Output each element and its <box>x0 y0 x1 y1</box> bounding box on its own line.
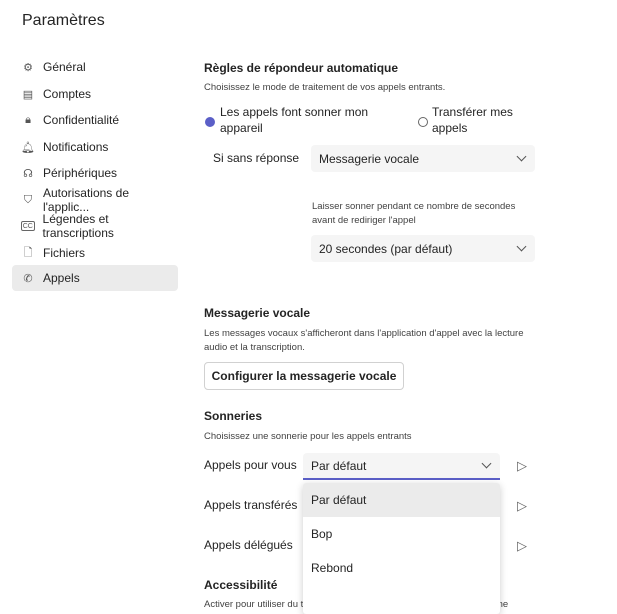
headset-icon: ☊ <box>23 167 33 180</box>
radio-empty-icon <box>418 117 428 127</box>
ringtone-option[interactable]: Rebond <box>303 551 500 585</box>
ringtones-heading: Sonneries <box>204 409 263 423</box>
sidebar-item-files[interactable]: 🗋 Fichiers <box>12 240 178 266</box>
chevron-down-icon <box>516 151 527 162</box>
sidebar-item-label: Fichiers <box>43 246 86 260</box>
accessibility-heading: Accessibilité <box>204 578 278 592</box>
sidebar-item-captions[interactable]: CC Légendes et transcriptions <box>12 212 178 240</box>
ringtone-option[interactable]: Par défaut <box>303 483 500 517</box>
sidebar-item-label: Général <box>43 60 86 74</box>
desc-line: Laisser sonner pendant ce nombre de seco… <box>312 201 516 212</box>
select-value: Par défaut <box>311 458 367 473</box>
sidebar-item-label: Légendes et transcriptions <box>42 212 114 240</box>
desc-line: avant de rediriger l'appel <box>312 215 416 226</box>
ring-duration-desc: Laisser sonner pendant ce nombre de seco… <box>312 200 515 228</box>
gear-icon: ⚙ <box>23 61 33 74</box>
sidebar-item-general[interactable]: ⚙ Général <box>12 54 178 80</box>
page-title: Paramètres <box>22 12 105 29</box>
play-icon[interactable]: ▷ <box>517 498 527 514</box>
radio-selected-icon <box>205 117 215 127</box>
sidebar-item-label: Périphériques <box>43 166 118 180</box>
sidebar-item-label: Notifications <box>43 140 109 154</box>
chevron-down-icon <box>481 458 492 469</box>
ringtones-desc: Choisissez une sonnerie pour les appels … <box>204 431 412 442</box>
sidebar-item-privacy[interactable]: 🔒︎ Confidentialité <box>12 107 178 133</box>
sidebar-item-notifications[interactable]: 🔔︎ Notifications <box>12 134 178 160</box>
radio-label-line: appareil <box>220 121 263 135</box>
sidebar-item-label: Appels <box>43 271 80 285</box>
sidebar-item-calls[interactable]: ✆ Appels <box>12 265 178 291</box>
radio-label-line: appels <box>432 121 468 135</box>
ringtone-label-forwarded: Appels transférés <box>204 498 298 512</box>
ringtone-option[interactable]: Bop <box>303 517 500 551</box>
desc-line: audio et la transcription. <box>204 342 305 353</box>
radio-ring-device[interactable] <box>205 114 215 132</box>
sidebar-item-devices[interactable]: ☊ Périphériques <box>12 160 178 186</box>
chevron-down-icon <box>516 241 527 252</box>
sidebar-item-accounts[interactable]: ▤ Comptes <box>12 81 178 107</box>
ringtone-label-delegated: Appels délégués <box>204 538 293 552</box>
ringtone-select-you[interactable]: Par défaut <box>303 453 500 480</box>
ring-duration-select[interactable]: 20 secondes (par défaut) <box>311 235 535 262</box>
shield-icon: ⛉ <box>23 193 33 206</box>
sidebar-item-label: Confidentialité <box>43 113 120 127</box>
radio-forward[interactable] <box>418 114 428 132</box>
voicemail-desc: Les messages vocaux s'afficheront dans l… <box>204 327 523 355</box>
desc-line: Les messages vocaux s'afficheront dans l… <box>204 328 524 339</box>
play-icon[interactable]: ▷ <box>517 538 527 554</box>
phone-icon: ✆ <box>23 272 33 285</box>
select-value: Messagerie vocale <box>319 151 420 166</box>
radio-label-line: Les appels font sonner mon <box>220 105 369 119</box>
ringtone-dropdown-menu: Par défaut Bop Rebond <box>303 483 500 614</box>
ringtone-label-you: Appels pour vous <box>204 458 297 472</box>
lock-icon: 🔒︎ <box>25 113 31 126</box>
configure-voicemail-button[interactable]: Configurer la messagerie vocale <box>204 362 404 390</box>
no-answer-select[interactable]: Messagerie vocale <box>311 145 535 172</box>
bell-icon: 🔔︎ <box>21 141 35 154</box>
voicemail-heading: Messagerie vocale <box>204 306 311 320</box>
answer-rules-heading: Règles de répondeur automatique <box>204 61 399 75</box>
sidebar-item-label: Autorisations de l'applic... <box>42 186 129 214</box>
cc-icon: CC <box>21 221 35 231</box>
file-icon: 🗋 <box>23 246 33 259</box>
radio-label-line: Transférer mes <box>432 105 513 119</box>
play-icon[interactable]: ▷ <box>517 458 527 474</box>
sidebar-item-label: Comptes <box>43 87 92 101</box>
radio-ring-device-label[interactable]: Les appels font sonner mon appareil <box>220 104 368 136</box>
answer-rules-desc: Choisissez le mode de traitement de vos … <box>204 82 446 93</box>
radio-forward-label[interactable]: Transférer mes appels <box>432 104 513 136</box>
no-answer-label: Si sans réponse <box>213 151 300 165</box>
sidebar-item-app-permissions[interactable]: ⛉ Autorisations de l'applic... <box>12 186 178 214</box>
id-card-icon: ▤ <box>22 88 34 101</box>
select-value: 20 secondes (par défaut) <box>319 241 453 256</box>
